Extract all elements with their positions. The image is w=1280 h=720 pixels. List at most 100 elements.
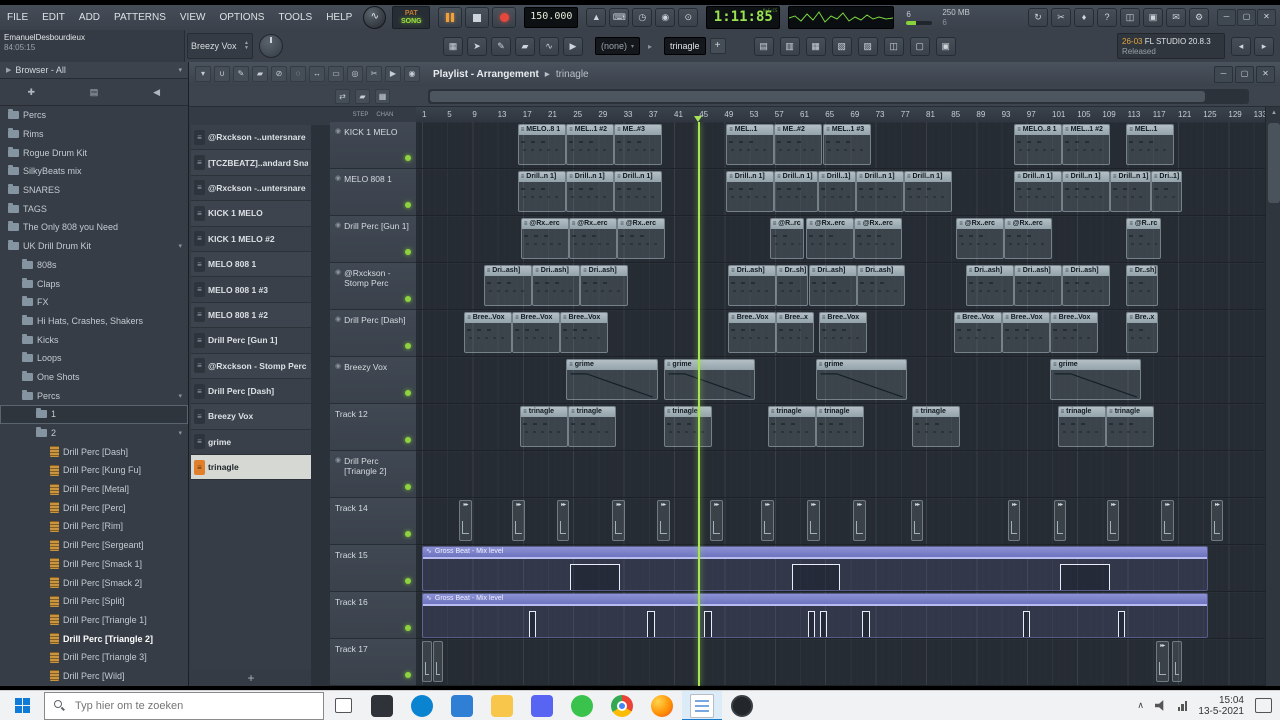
audio-clip[interactable]: ▸▸	[760, 500, 774, 541]
project-picker-icon[interactable]: ▣	[935, 36, 956, 56]
mute-icon[interactable]: ◌	[290, 66, 306, 82]
taskbar-app-obs[interactable]	[722, 691, 762, 720]
maximize-button[interactable]: ▢	[1237, 9, 1256, 26]
song-label[interactable]: SONG	[401, 18, 422, 26]
pattern-clip-dri-ash[interactable]: ≡ Dri..ash]	[965, 265, 1014, 306]
pattern-clip-bree-vox[interactable]: ≡ Bree..Vox	[1002, 312, 1051, 353]
pattern-clip-rx-erc[interactable]: ≡ @Rx..erc	[956, 218, 1005, 259]
browser-folder-uk-drill-drum-kit[interactable]: UK Drill Drum Kit ▾	[0, 237, 188, 256]
browser-file-drill-perc-smack-2[interactable]: Drill Perc [Smack 2]	[0, 573, 188, 592]
audio-clip[interactable]: ▸▸	[1106, 500, 1120, 541]
browser-folder-percs[interactable]: Percs	[0, 106, 188, 125]
wait-input-icon[interactable]: ◷	[632, 8, 653, 27]
taskbar-app-mail[interactable]	[442, 691, 482, 720]
zoom-icon[interactable]: ◎	[347, 66, 363, 82]
audio-clip[interactable]	[1171, 641, 1182, 682]
pattern-item-trinagle[interactable]: ≡ trinagle	[191, 455, 311, 481]
pattern-item-kick-1-melo-2[interactable]: ≡ KICK 1 MELO #2	[191, 226, 311, 252]
scroll-right-icon[interactable]: ▸	[1254, 36, 1274, 56]
pattern-clip-trinagle[interactable]: ≡ trinagle	[568, 406, 617, 447]
delete-icon[interactable]: ⊘	[271, 66, 287, 82]
speaker-icon[interactable]	[1154, 700, 1164, 711]
time-display[interactable]: 1:11:85 M:S:CS	[706, 6, 781, 29]
chan-mode-label[interactable]: CHAN	[376, 112, 393, 118]
pattern-clip-grime[interactable]: ≡ grime	[566, 359, 658, 400]
browser-file-drill-perc-perc[interactable]: Drill Perc [Perc]	[0, 498, 188, 517]
pattern-clip-bree-x[interactable]: ≡ Bree..x	[776, 312, 814, 353]
browser-folder-the-only-808-you-need[interactable]: The Only 808 you Need	[0, 218, 188, 237]
browser-folder-tags[interactable]: TAGS	[0, 199, 188, 218]
minimize-button[interactable]: ─	[1214, 65, 1233, 83]
browser-file-drill-perc-kung-fu[interactable]: Drill Perc [Kung Fu]	[0, 461, 188, 480]
audio-clip[interactable]: ▸▸	[1155, 641, 1169, 682]
track-led[interactable]	[405, 249, 411, 255]
pattern-clip-grime[interactable]: ≡ grime	[815, 359, 908, 400]
pattern-clip-dri-ash[interactable]: ≡ Dri..ash]	[532, 265, 581, 306]
track-lane-10[interactable]: ∿ Gross Beat - Mix level	[416, 545, 1265, 592]
browser-folder-rogue-drum-kit[interactable]: Rogue Drum Kit	[0, 143, 188, 162]
scroll-up-icon[interactable]: ▲	[1266, 107, 1280, 119]
taskbar-app-edge[interactable]	[402, 691, 442, 720]
menu-view[interactable]: VIEW	[173, 5, 213, 30]
automation-clip-gross-beat-mix-level[interactable]: ∿ Gross Beat - Mix level	[422, 546, 1209, 591]
pattern-clip-trinagle[interactable]: ≡ trinagle	[767, 406, 816, 447]
pattern-clip-trinagle[interactable]: ≡ trinagle	[815, 406, 864, 447]
track-lane-7[interactable]: ≡ trinagle ≡ trinagle ≡ trinagle ≡ trinagle ≡ tri…	[416, 404, 1265, 451]
audio-clip[interactable]: ▸▸	[1160, 500, 1174, 541]
grid-icon[interactable]: ▦	[375, 88, 390, 104]
pattern-item-rxckson-untersnare[interactable]: ≡ @Rxckson -..untersnare	[191, 175, 311, 202]
minimize-button[interactable]: ─	[1217, 9, 1236, 26]
track-header-breezy-vox[interactable]: ◉ Breezy Vox	[330, 357, 416, 404]
pattern-clip-bree-vox[interactable]: ≡ Bree..Vox	[559, 312, 608, 353]
pattern-clip-rx-erc[interactable]: ≡ @Rx..erc	[617, 218, 666, 259]
taskbar-app-firefox[interactable]	[642, 691, 682, 720]
browser-file-drill-perc-smack-1[interactable]: Drill Perc [Smack 1]	[0, 555, 188, 574]
browser-folder-2[interactable]: 2 ▾	[0, 424, 188, 443]
track-led[interactable]	[405, 625, 411, 631]
blend-recording-icon[interactable]: ⊙	[678, 8, 699, 27]
notification-center-icon[interactable]	[1255, 698, 1272, 713]
add-pattern-button[interactable]: +	[191, 670, 311, 686]
pattern-clip-grime[interactable]: ≡ grime	[663, 359, 756, 400]
track-header-track-17[interactable]: Track 17	[330, 639, 416, 686]
audio-clip[interactable]: ▸▸	[1007, 500, 1021, 541]
pattern-clip-rx-erc[interactable]: ≡ @Rx..erc	[1004, 218, 1052, 259]
play-button[interactable]	[438, 7, 463, 28]
browser-folder-one-shots[interactable]: One Shots	[0, 368, 188, 387]
pattern-spinner[interactable]: ▲ ▼	[244, 41, 249, 51]
track-lane-8[interactable]	[416, 451, 1265, 498]
scroll-left-icon[interactable]: ◂	[1231, 36, 1251, 56]
pattern-clip-me-3[interactable]: ≡ ME..#3	[614, 124, 663, 165]
pattern-clip-dr-sh[interactable]: ≡ Dr..sh]	[1126, 265, 1158, 306]
browser-file-drill-perc-dash[interactable]: Drill Perc [Dash]	[0, 442, 188, 461]
pattern-clip-bree-vox[interactable]: ≡ Bree..Vox	[464, 312, 513, 353]
pattern-item-drill-perc-dash[interactable]: ≡ Drill Perc [Dash]	[191, 378, 311, 405]
channel-rack-icon[interactable]: ▦	[805, 36, 826, 56]
task-view-button[interactable]	[324, 691, 362, 720]
pattern-clip-drill-n-1[interactable]: ≡ Drill..n 1]	[1062, 171, 1110, 212]
cursor-icon[interactable]: ➤	[467, 36, 487, 56]
track-led[interactable]	[405, 202, 411, 208]
browser-folder-percs[interactable]: Percs ▾	[0, 386, 188, 405]
taskbar-app-explorer[interactable]	[482, 691, 522, 720]
track-header-track-12[interactable]: Track 12	[330, 404, 416, 451]
audio-clip[interactable]	[433, 641, 444, 682]
browser-header[interactable]: ▶ Browser - All ▾	[0, 62, 188, 79]
taskbar-clock[interactable]: 15:04 13-5-2021	[1198, 695, 1244, 717]
timeline-ruler[interactable]: 1 5 9 13 17 21 25 29 33 37 41 45 49 53 57 61 65 69 73 77 81 8…	[416, 107, 1265, 123]
vertical-scrollbar[interactable]: ▲	[1265, 107, 1280, 686]
taskbar-app-whatsapp[interactable]	[562, 691, 602, 720]
browser-folder-1[interactable]: 1	[0, 405, 188, 424]
browser-folder-808s[interactable]: 808s	[0, 256, 188, 275]
pattern-clip-trinagle[interactable]: ≡ trinagle	[912, 406, 960, 447]
monitor-icon[interactable]: ▣	[1143, 8, 1163, 27]
stop-button[interactable]	[465, 7, 490, 28]
pattern-item-melo-808-1-3[interactable]: ≡ MELO 808 1 #3	[191, 277, 311, 303]
playhead-line[interactable]	[697, 122, 700, 686]
pattern-item-kick-1-melo[interactable]: ≡ KICK 1 MELO	[191, 201, 311, 227]
pattern-clip-trinagle[interactable]: ≡ trinagle	[663, 406, 712, 447]
menu-add[interactable]: ADD	[72, 5, 107, 30]
track-header-kick-1-melo[interactable]: ◉ KICK 1 MELO	[330, 122, 416, 169]
audio-clip[interactable]: ▸▸	[512, 500, 525, 541]
browser-folder-snares[interactable]: SNARES	[0, 181, 188, 200]
